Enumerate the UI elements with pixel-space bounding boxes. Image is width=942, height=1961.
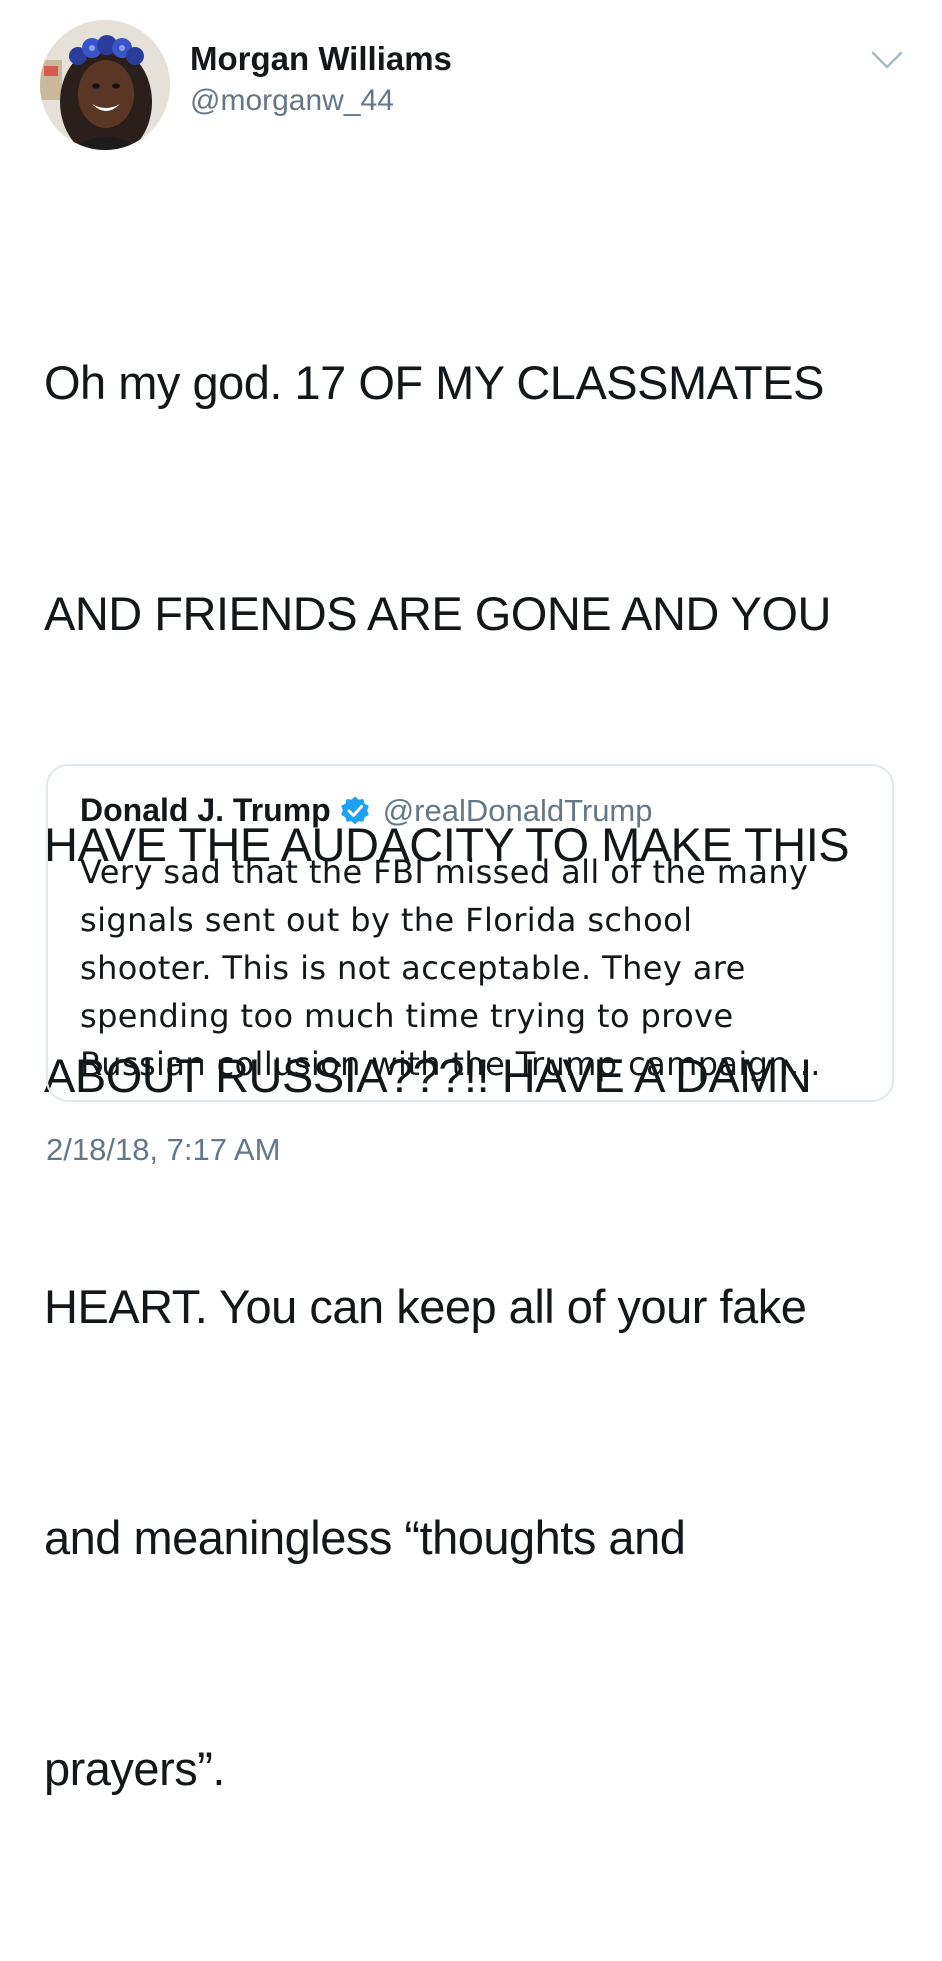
tweet-text-line: AND FRIENDS ARE GONE AND YOU <box>44 587 831 640</box>
tweet-text-line: HEART. You can keep all of your fake <box>44 1280 807 1333</box>
quoted-author-name: Donald J. Trump <box>80 792 331 828</box>
quoted-text-line: shooter. This is not acceptable. They ar… <box>80 949 746 987</box>
author-handle[interactable]: @morganw_44 <box>190 84 394 118</box>
chevron-down-icon[interactable] <box>870 48 904 72</box>
tweet-timestamp[interactable]: 2/18/18, 7:17 AM <box>46 1132 280 1168</box>
quoted-tweet-card[interactable]: Donald J. Trump @realDonaldTrump Very sa… <box>46 764 894 1102</box>
quoted-text-line: Very sad that the FBI missed all of the … <box>80 853 809 891</box>
avatar[interactable] <box>40 20 170 150</box>
quoted-text-line: spending too much time trying to prove <box>80 997 734 1035</box>
quoted-tweet-text: Very sad that the FBI missed all of the … <box>80 848 880 1088</box>
verified-badge-icon <box>339 795 371 827</box>
quoted-text-line: signals sent out by the Florida school <box>80 901 693 939</box>
author-name[interactable]: Morgan Williams <box>190 40 452 78</box>
quoted-text-line: Russian collusion with the Trump campaig… <box>80 1045 821 1083</box>
tweet-text-line: prayers”. <box>44 1742 225 1795</box>
tweet-text-line: and meaningless “thoughts and <box>44 1511 686 1564</box>
tweet-text-line: Oh my god. 17 OF MY CLASSMATES <box>44 356 824 409</box>
quoted-tweet-header: Donald J. Trump @realDonaldTrump <box>80 792 653 829</box>
quoted-author-handle: @realDonaldTrump <box>382 792 653 828</box>
tweet: Morgan Williams @morganw_44 Oh my god. 1… <box>0 0 942 1795</box>
